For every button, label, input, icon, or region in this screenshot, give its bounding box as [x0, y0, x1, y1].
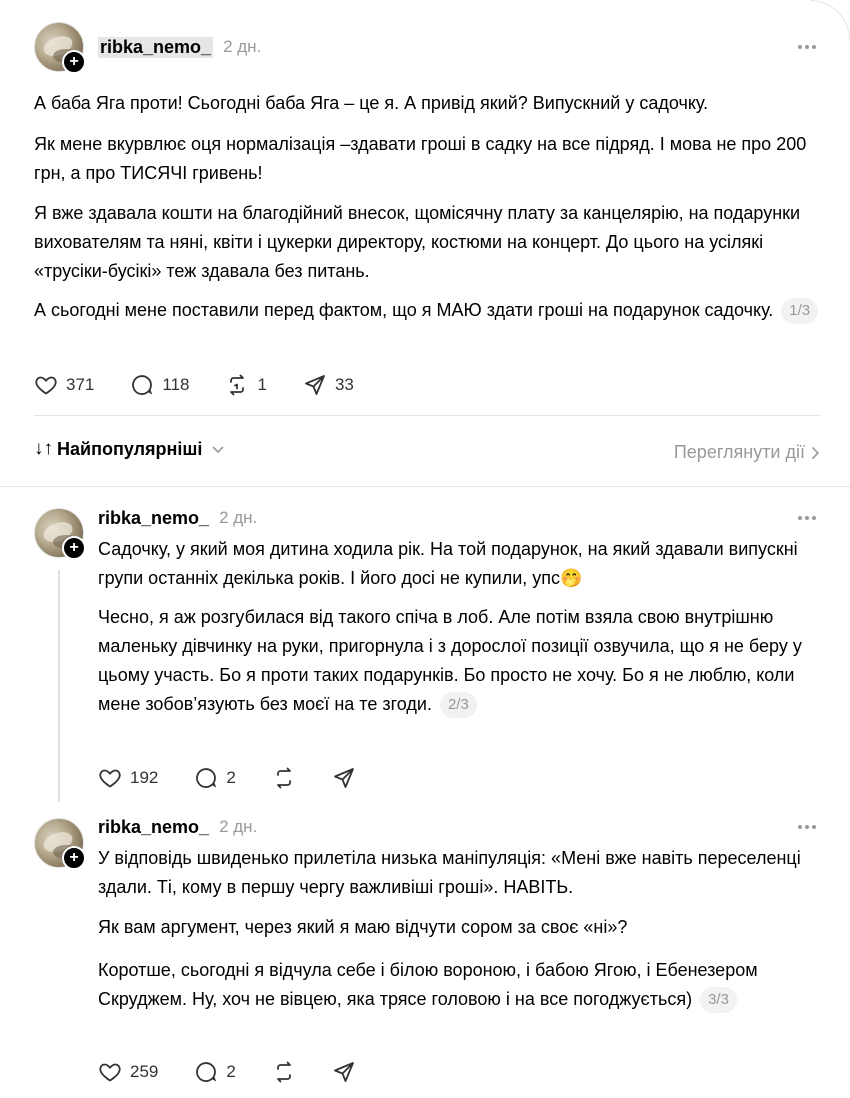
repost-count: 1: [257, 375, 267, 394]
username[interactable]: ribka_nemo_: [98, 508, 209, 529]
repost-button[interactable]: [272, 766, 296, 790]
avatar[interactable]: +: [34, 508, 86, 560]
sort-dropdown[interactable]: ↓↑ Найпопулярніші: [34, 438, 224, 460]
share-count: 33: [334, 375, 354, 394]
repost-icon: [276, 767, 291, 789]
timestamp[interactable]: 2 дн.: [219, 817, 257, 837]
send-icon: [333, 1062, 354, 1082]
post-header: ribka_nemo_ 2 дн.: [98, 815, 257, 839]
thread-line: [58, 570, 60, 802]
comment-count: 118: [162, 375, 190, 394]
chevron-right-icon: [811, 446, 820, 459]
comment-button[interactable]: 2: [194, 1060, 236, 1084]
like-button[interactable]: 259: [98, 1060, 158, 1084]
like-count: 371: [66, 375, 95, 394]
like-button[interactable]: 371: [34, 373, 94, 397]
sort-arrows-icon: ↓↑: [34, 438, 53, 459]
comment-count: 2: [226, 768, 236, 787]
post-actions: 259 2: [98, 1059, 392, 1085]
post-paragraph-2: Як вам аргумент, через який я маю відчут…: [98, 917, 628, 937]
divider: [34, 415, 821, 416]
post-paragraph-2: Як мене вкурвлює оця нормалізація –здава…: [34, 134, 807, 183]
chevron-down-icon: [212, 441, 224, 457]
comment-button[interactable]: 118: [130, 373, 189, 397]
like-button[interactable]: 192: [98, 766, 158, 790]
post-paragraph-1: Садочку, у який моя дитина ходила рік. Н…: [98, 539, 798, 588]
share-button[interactable]: 33: [303, 373, 354, 397]
post-paragraph-3: Коротше, сьогодні я відчула себе і білою…: [98, 956, 824, 1014]
post-paragraph-1: У відповідь швиденько прилетіла низька м…: [98, 848, 801, 897]
send-icon: [333, 768, 354, 788]
thread-counter: 3/3: [700, 987, 737, 1013]
more-options-icon[interactable]: [798, 513, 818, 523]
comment-button[interactable]: 2: [194, 766, 236, 790]
follow-plus-icon[interactable]: +: [62, 536, 86, 560]
post-header: ribka_nemo_ 2 дн.: [98, 506, 257, 530]
comment-icon: [132, 375, 153, 395]
send-icon: [305, 375, 325, 395]
repost-button[interactable]: 1: [225, 373, 267, 397]
post-paragraph-4-text: А сьогодні мене поставили перед фактом, …: [34, 300, 774, 320]
view-activity-link[interactable]: Переглянути дії: [674, 442, 820, 463]
post-paragraph-3: Я вже здавала кошти на благодійний внесо…: [34, 203, 801, 281]
comment-icon: [196, 768, 217, 788]
window-corner: [810, 0, 850, 40]
post-actions: 371 118 1 33: [34, 372, 390, 398]
post-paragraph-2: Чесно, я аж розгубилася від такого спіча…: [98, 603, 824, 719]
post-paragraph-3-text: Коротше, сьогодні я відчула себе і білою…: [98, 960, 758, 1009]
view-activity-label: Переглянути дії: [673, 442, 805, 462]
more-options-icon[interactable]: [798, 822, 818, 832]
follow-plus-icon[interactable]: +: [62, 50, 86, 74]
comment-icon: [196, 1062, 217, 1082]
post-paragraph-4: А сьогодні мене поставили перед фактом, …: [34, 296, 824, 325]
post-actions: 192 2: [98, 765, 392, 791]
thread-counter: 1/3: [781, 298, 819, 324]
sort-label: Найпопулярніші: [57, 438, 203, 459]
username[interactable]: ribka_nemo_: [98, 817, 209, 838]
repost-icon: [230, 374, 245, 396]
section-divider: [0, 486, 850, 487]
follow-plus-icon[interactable]: +: [62, 846, 86, 870]
thread-counter: 2/3: [439, 692, 477, 718]
heart-icon: [99, 1063, 121, 1082]
more-options-icon[interactable]: [798, 42, 818, 52]
post-header: ribka_nemo_ 2 дн.: [98, 35, 261, 59]
timestamp[interactable]: 2 дн.: [219, 508, 257, 528]
share-button[interactable]: [332, 766, 356, 790]
timestamp[interactable]: 2 дн.: [223, 37, 261, 57]
avatar[interactable]: +: [34, 818, 86, 870]
repost-icon: [276, 1061, 291, 1083]
avatar[interactable]: +: [34, 22, 86, 74]
like-count: 259: [130, 1062, 159, 1081]
share-button[interactable]: [332, 1060, 356, 1084]
heart-icon: [35, 376, 57, 395]
repost-button[interactable]: [272, 1060, 296, 1084]
like-count: 192: [130, 768, 159, 787]
heart-icon: [99, 769, 121, 788]
post-paragraph-1: А баба Яга проти! Сьогодні баба Яга – це…: [34, 93, 709, 113]
comment-count: 2: [226, 1062, 236, 1081]
username[interactable]: ribka_nemo_: [98, 36, 214, 58]
